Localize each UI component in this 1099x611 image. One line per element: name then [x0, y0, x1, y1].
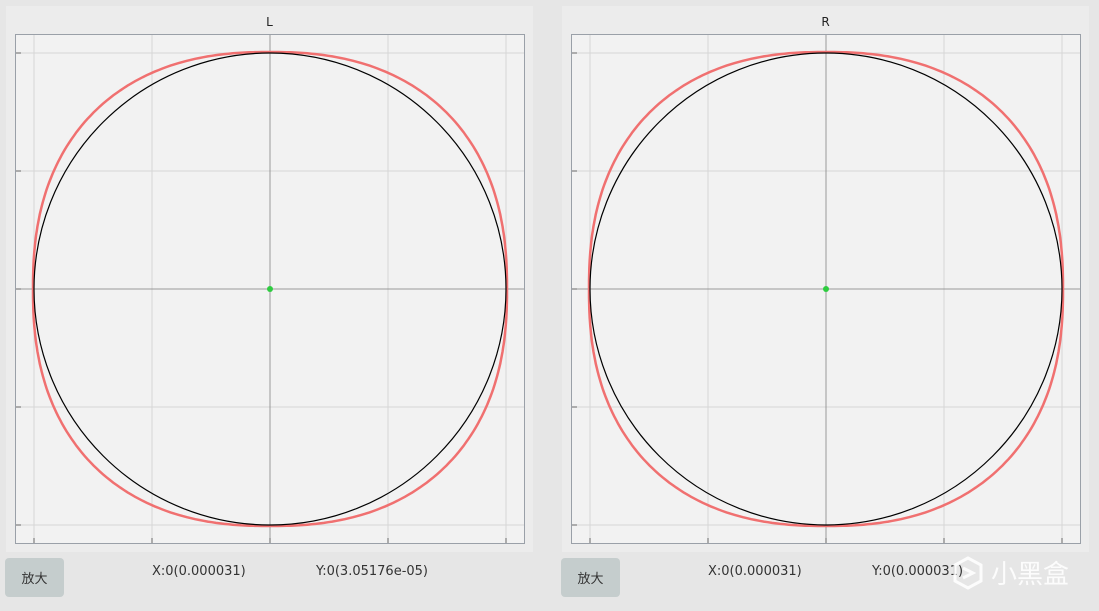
- plot-panel-right: R: [562, 6, 1089, 552]
- stick-circularity-plot-left: [15, 34, 525, 544]
- center-point: [823, 286, 829, 292]
- x-readout: X:0(0.000031): [152, 564, 246, 579]
- zoom-button[interactable]: 放大: [561, 558, 620, 597]
- x-readout: X:0(0.000031): [708, 564, 802, 579]
- stick-circularity-plot-right: [571, 34, 1081, 544]
- watermark: 小黑盒: [953, 554, 1069, 591]
- bottom-bar-left: 放大 X:0(0.000031) Y:0(3.05176e-05): [0, 552, 550, 611]
- panel-title: R: [821, 15, 830, 29]
- y-readout: Y:0(0.000031): [872, 564, 964, 579]
- y-readout: Y:0(3.05176e-05): [316, 564, 428, 579]
- panel-title: L: [266, 15, 273, 29]
- zoom-button[interactable]: 放大: [5, 558, 64, 597]
- watermark-text: 小黑盒: [990, 560, 1069, 590]
- plot-panel-left: L: [6, 6, 533, 552]
- heybox-logo-icon: [953, 555, 983, 590]
- center-point: [267, 286, 273, 292]
